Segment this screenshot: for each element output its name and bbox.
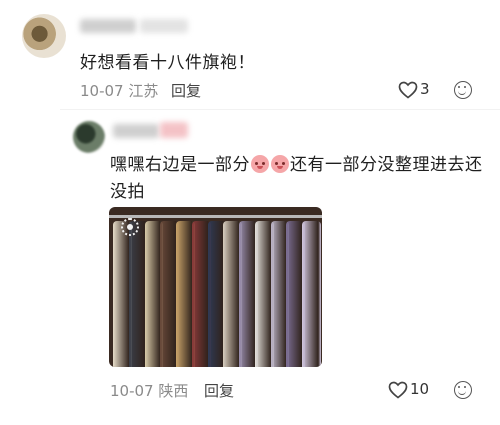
username[interactable]	[113, 124, 159, 138]
like-count: 3	[420, 80, 430, 98]
heart-icon[interactable]	[388, 381, 408, 399]
reply-location: 陕西	[158, 382, 189, 400]
divider	[60, 109, 500, 110]
avatar[interactable]	[22, 14, 66, 58]
reply-date: 10-07	[110, 382, 154, 400]
comment-location: 江苏	[128, 82, 159, 100]
avatar[interactable]	[73, 121, 105, 153]
username[interactable]	[80, 19, 136, 33]
heart-icon[interactable]	[398, 81, 418, 99]
reply-button[interactable]: 回复	[171, 80, 201, 101]
pig-face-icon	[251, 155, 269, 173]
like-count: 10	[410, 380, 430, 398]
live-photo-icon[interactable]	[121, 218, 139, 236]
comment-meta: 10-07 江苏	[80, 80, 158, 101]
reply-text: 嘿嘿右边是一部分 还有一部分没整理进去还没拍	[110, 152, 495, 206]
clothes-rack-photo[interactable]	[109, 207, 322, 367]
reply-meta: 10-07 陕西	[110, 380, 188, 401]
comment-date: 10-07	[80, 82, 124, 100]
emoji-reaction-icon[interactable]	[454, 381, 472, 399]
comment-text: 好想看看十八件旗袍！	[80, 53, 255, 73]
pig-face-icon	[271, 155, 289, 173]
reply-button[interactable]: 回复	[204, 380, 234, 401]
username-tag	[160, 122, 188, 138]
emoji-reaction-icon[interactable]	[454, 81, 472, 99]
reply-text-part1: 嘿嘿右边是一部分	[110, 155, 250, 175]
clothing-rail	[109, 215, 322, 218]
garment	[302, 221, 321, 367]
username-extra	[140, 19, 188, 33]
